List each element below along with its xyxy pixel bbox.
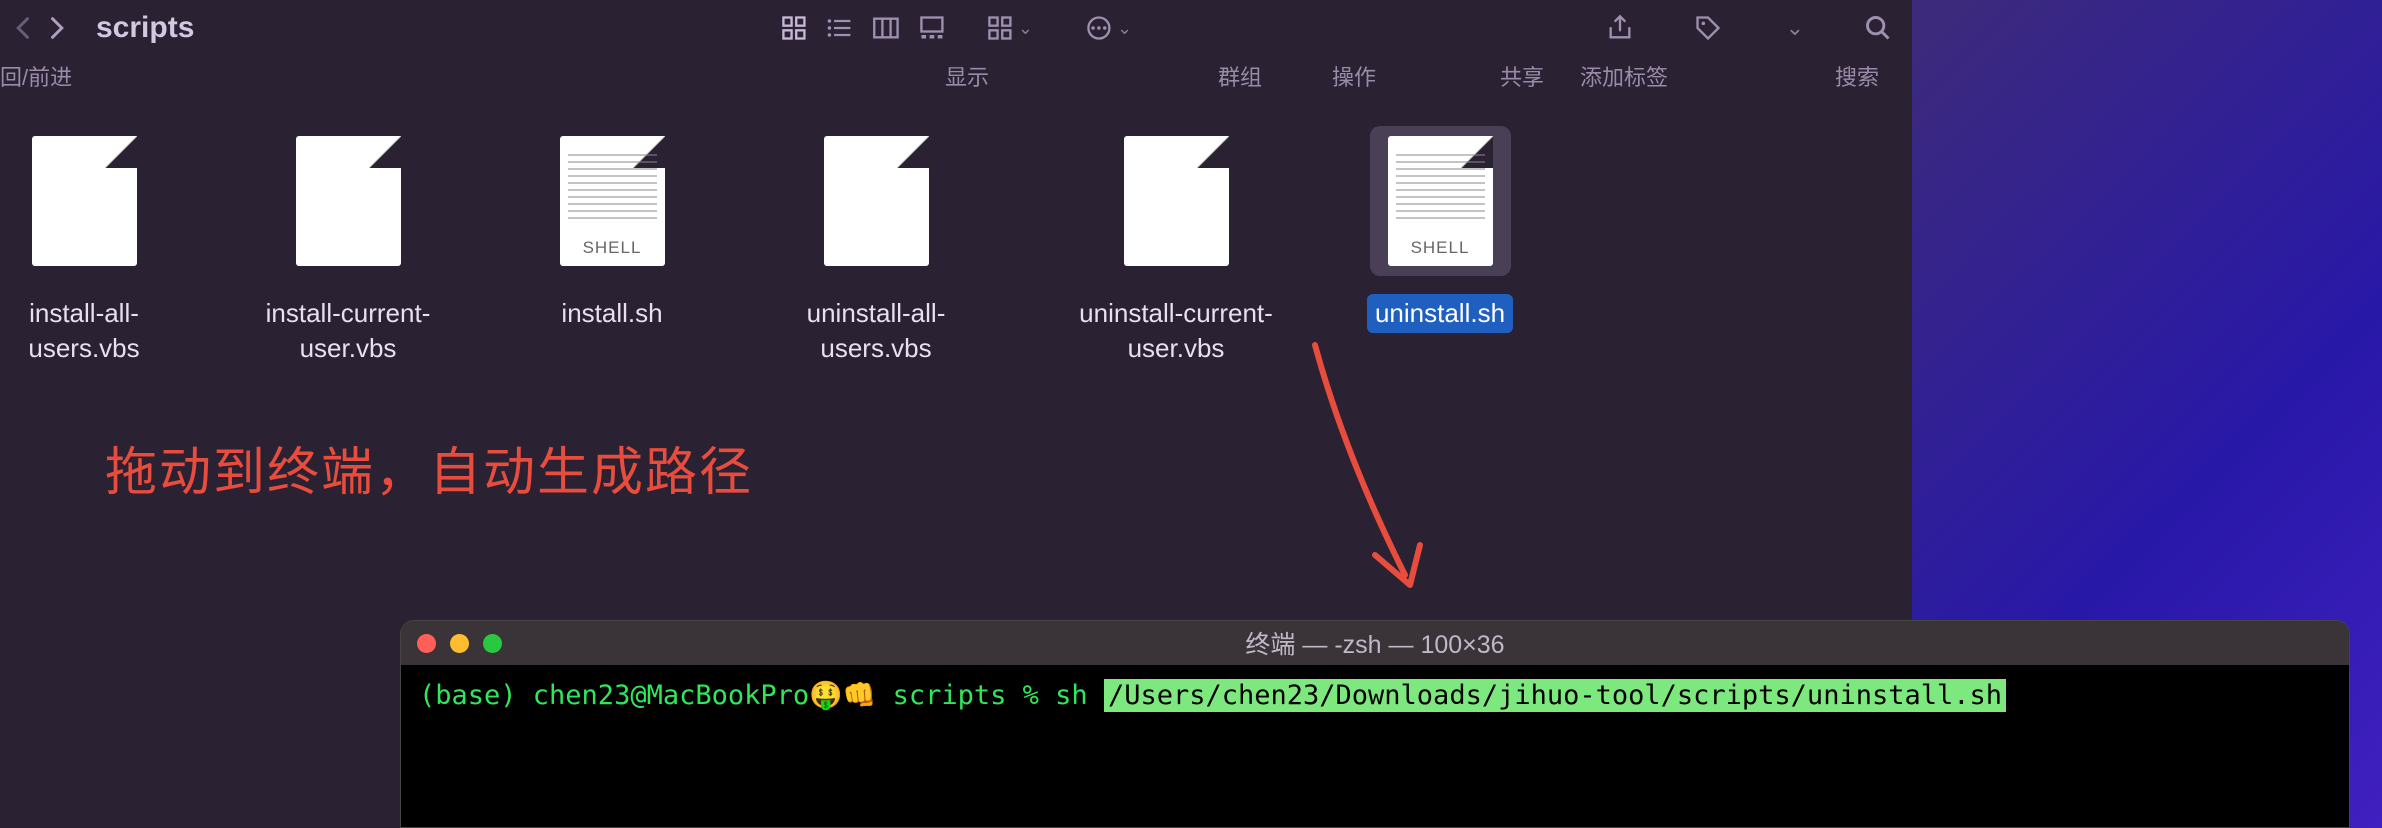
file-icon (1124, 136, 1229, 266)
nav-buttons (10, 14, 70, 42)
nav-forward-button[interactable] (42, 14, 70, 42)
file-name: install.sh (553, 294, 670, 333)
file-item-selected[interactable]: SHELL uninstall.sh (1366, 126, 1514, 333)
file-name: uninstall.sh (1367, 294, 1513, 333)
label-action: 操作 (1332, 60, 1376, 92)
action-button[interactable]: ⌄ (1085, 14, 1132, 42)
toolbar-view-controls: ⌄ ⌄ (780, 14, 1132, 42)
group-button[interactable]: ⌄ (986, 14, 1033, 42)
file-icon (296, 136, 401, 266)
label-search: 搜索 (1835, 60, 1879, 92)
file-item[interactable]: install-current-user.vbs (238, 126, 458, 368)
toolbar-labels: 回/前进 显示 群组 操作 共享 添加标签 搜索 (0, 56, 1912, 96)
label-share: 共享 (1500, 60, 1544, 92)
label-tag: 添加标签 (1580, 60, 1668, 92)
file-name: uninstall-current-user.vbs (1066, 294, 1286, 368)
finder-title: scripts (96, 11, 194, 45)
file-name: uninstall-all-users.vbs (766, 294, 986, 368)
traffic-lights (417, 634, 502, 653)
file-name: install-current-user.vbs (238, 294, 458, 368)
finder-toolbar: scripts ⌄ ⌄ ⌄ (0, 0, 1912, 56)
file-item[interactable]: install-all-users.vbs (10, 126, 158, 368)
chevron-right-icon (42, 14, 70, 42)
annotation-text: 拖动到终端，自动生成路径 (105, 430, 753, 505)
label-view: 显示 (945, 60, 989, 92)
file-name: install-all-users.vbs (10, 294, 158, 368)
terminal-path: /Users/chen23/Downloads/jihuo-tool/scrip… (1104, 679, 2006, 712)
share-button[interactable] (1606, 14, 1634, 42)
minimize-button[interactable] (450, 634, 469, 653)
label-group: 群组 (1218, 60, 1262, 92)
terminal-window[interactable]: 终端 — -zsh — 100×36 (base) chen23@MacBook… (400, 620, 2350, 828)
file-item[interactable]: SHELL install.sh (538, 126, 686, 333)
chevron-down-icon[interactable]: ⌄ (1786, 15, 1804, 41)
chevron-down-icon: ⌄ (1018, 18, 1033, 39)
nav-back-button[interactable] (10, 14, 38, 42)
terminal-body[interactable]: (base) chen23@MacBookPro🤑👊 scripts % sh … (401, 665, 2349, 828)
shell-file-icon: SHELL (560, 136, 665, 266)
file-icon (32, 136, 137, 266)
chevron-left-icon (10, 14, 38, 42)
view-gallery-button[interactable] (918, 14, 946, 42)
terminal-title: 终端 — -zsh — 100×36 (1245, 625, 1504, 661)
tag-button[interactable] (1694, 14, 1722, 42)
maximize-button[interactable] (483, 634, 502, 653)
label-back: 回/前进 (0, 60, 72, 92)
terminal-titlebar[interactable]: 终端 — -zsh — 100×36 (401, 621, 2349, 665)
annotation-arrow (1275, 335, 1455, 615)
shell-file-icon: SHELL (1388, 136, 1493, 266)
close-button[interactable] (417, 634, 436, 653)
view-columns-button[interactable] (872, 14, 900, 42)
file-item[interactable]: uninstall-current-user.vbs (1066, 126, 1286, 368)
file-item[interactable]: uninstall-all-users.vbs (766, 126, 986, 368)
terminal-prompt: (base) chen23@MacBookPro🤑👊 scripts % sh (419, 680, 1104, 711)
file-grid: install-all-users.vbs install-current-us… (0, 96, 1912, 398)
toolbar-right: ⌄ (1606, 14, 1892, 42)
search-button[interactable] (1864, 14, 1892, 42)
view-icons-button[interactable] (780, 14, 808, 42)
chevron-down-icon: ⌄ (1117, 18, 1132, 39)
view-list-button[interactable] (826, 14, 854, 42)
file-icon (824, 136, 929, 266)
